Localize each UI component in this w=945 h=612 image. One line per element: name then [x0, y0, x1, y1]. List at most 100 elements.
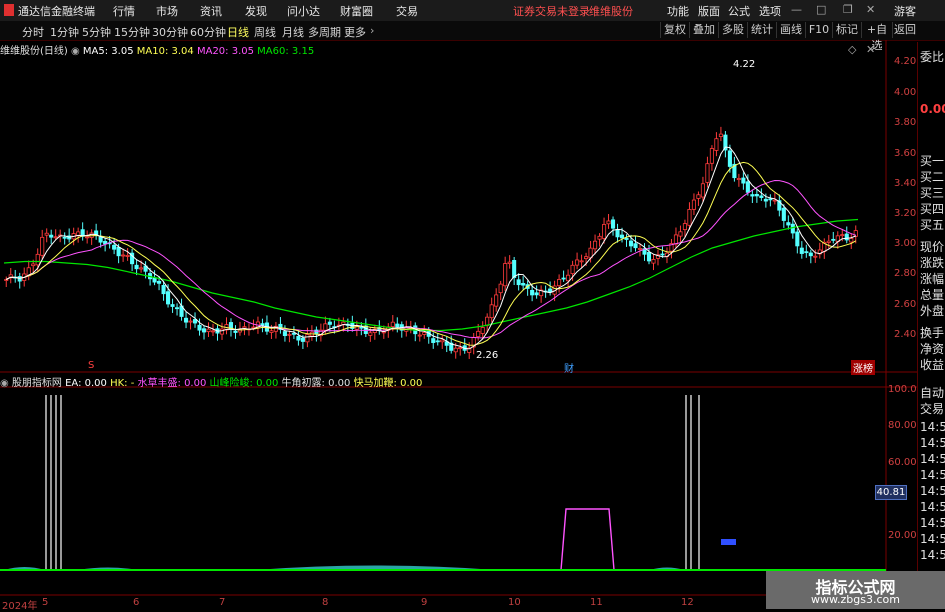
tick-time: 14:56	[920, 436, 945, 450]
candle-body	[174, 307, 180, 310]
date-tick: 12	[681, 597, 694, 608]
menu-gongneng[interactable]: 功能	[667, 3, 689, 19]
candle-body	[4, 279, 9, 281]
side-volume: 总量	[920, 288, 945, 302]
watermark: 指标公式网 www.zbgs3.com	[766, 571, 945, 609]
candle-body	[615, 229, 620, 238]
candle-body	[705, 163, 710, 183]
btn-biaoji[interactable]: 标记	[832, 22, 861, 38]
tab-monthly[interactable]: 月线	[282, 24, 304, 40]
btn-tongji[interactable]: 统计	[747, 22, 776, 38]
btn-huaxian[interactable]: 画线	[776, 22, 805, 38]
menu-faxian[interactable]: 发现	[245, 3, 267, 19]
candle-body	[844, 233, 849, 241]
menu-hangqing[interactable]: 行情	[113, 3, 135, 19]
tab-multi-period[interactable]: 多周期	[308, 24, 341, 40]
candle-body	[260, 323, 265, 326]
tab-more[interactable]: 更多	[344, 24, 366, 40]
tick-time: 14:56	[920, 468, 945, 482]
minimize-icon[interactable]: —	[791, 3, 802, 16]
candle-body	[35, 253, 40, 266]
candle-body	[530, 290, 535, 296]
candle-body	[166, 291, 171, 305]
menu-banmian[interactable]: 版面	[698, 3, 720, 19]
candle-body	[305, 334, 310, 343]
close-icon[interactable]: ✕	[866, 3, 875, 16]
tick-time: 14:56	[920, 548, 945, 562]
tick-time: 14:56	[920, 452, 945, 466]
menu-jiaoyi[interactable]: 交易	[396, 3, 418, 19]
candle-body	[584, 256, 589, 260]
menu-caifuquan[interactable]: 财富圈	[340, 3, 373, 19]
chart-frame	[0, 40, 917, 609]
btn-fuquan[interactable]: 复权	[660, 22, 689, 38]
candle-body	[624, 237, 629, 240]
candle-body	[745, 181, 750, 193]
date-tick: 2024年	[2, 601, 38, 612]
zhangbang-badge[interactable]: 涨榜	[851, 360, 875, 375]
guest-label[interactable]: 游客	[894, 3, 916, 19]
candle-body	[593, 240, 598, 250]
candle-body	[139, 267, 144, 270]
btn-back[interactable]: 返回	[892, 22, 917, 38]
login-notice[interactable]: 证券交易未登录	[513, 3, 590, 19]
date-tick: 9	[421, 597, 428, 608]
date-tick: 7	[219, 597, 226, 608]
btn-f10[interactable]: F10	[805, 22, 832, 38]
ind-tick: 60.00	[888, 457, 917, 468]
price-tick: 3.60	[894, 148, 917, 159]
indicator-name: 股朋指标网	[11, 378, 62, 389]
candle-body	[700, 183, 705, 198]
app-logo-icon	[4, 4, 14, 16]
candle-body	[498, 283, 503, 294]
candle-body	[557, 279, 562, 287]
candle-body	[516, 279, 521, 286]
watermark-url: www.zbgs3.com	[811, 593, 900, 606]
candle-body	[790, 223, 795, 234]
btn-duogu[interactable]: 多股	[718, 22, 747, 38]
candle-body	[808, 252, 813, 257]
dropdown-icon[interactable]: ◉	[71, 46, 80, 57]
kline-chart[interactable]	[0, 40, 917, 609]
candle-body	[651, 259, 656, 264]
menu-shichang[interactable]: 市场	[156, 3, 178, 19]
chevron-right-icon[interactable]: ›	[370, 24, 374, 37]
restore-icon[interactable]: ❐	[843, 3, 853, 16]
candle-body	[314, 329, 319, 335]
btn-diejia[interactable]: 叠加	[689, 22, 718, 38]
s-marker: S	[88, 360, 95, 371]
tab-daily[interactable]: 日线	[227, 24, 249, 40]
tab-weekly[interactable]: 周线	[254, 24, 276, 40]
tab-60min[interactable]: 60分钟	[190, 24, 226, 40]
date-tick: 10	[508, 597, 521, 608]
tab-fenshi[interactable]: 分时	[22, 24, 44, 40]
candle-body	[291, 332, 296, 335]
btn-add-watch[interactable]: +自选	[861, 22, 892, 52]
menu-zixun[interactable]: 资讯	[200, 3, 222, 19]
tick-time: 14:56	[920, 420, 945, 434]
tick-time: 14:56	[920, 532, 945, 546]
side-trade[interactable]: 交易	[920, 400, 944, 417]
maximize-icon[interactable]: □	[816, 3, 826, 16]
tab-1min[interactable]: 1分钟	[50, 24, 79, 40]
tab-30min[interactable]: 30分钟	[152, 24, 188, 40]
side-price: 现价	[920, 240, 945, 254]
candle-body	[440, 339, 445, 343]
tab-15min[interactable]: 15分钟	[114, 24, 150, 40]
candle-body	[417, 334, 422, 337]
tab-5min[interactable]: 5分钟	[82, 24, 111, 40]
side-buy1: 买一	[920, 154, 945, 168]
close-chart-icon[interactable]: ✕	[866, 43, 875, 56]
menu-xuanxiang[interactable]: 选项	[759, 3, 781, 19]
ma5-line	[5, 146, 856, 350]
menu-wenxiaoda[interactable]: 问小达	[287, 3, 320, 19]
candle-body	[799, 247, 804, 254]
candle-body	[566, 274, 571, 282]
ma60-label: MA60: 3.15	[257, 46, 315, 57]
stock-link[interactable]: 维维股份	[589, 3, 633, 19]
candle-body	[161, 285, 166, 295]
settings-diamond-icon[interactable]: ◇	[848, 43, 856, 56]
menu-gongshi[interactable]: 公式	[728, 3, 750, 19]
indicator-dropdown-icon[interactable]: ◉	[0, 378, 9, 389]
side-auto[interactable]: 自动	[920, 384, 944, 401]
